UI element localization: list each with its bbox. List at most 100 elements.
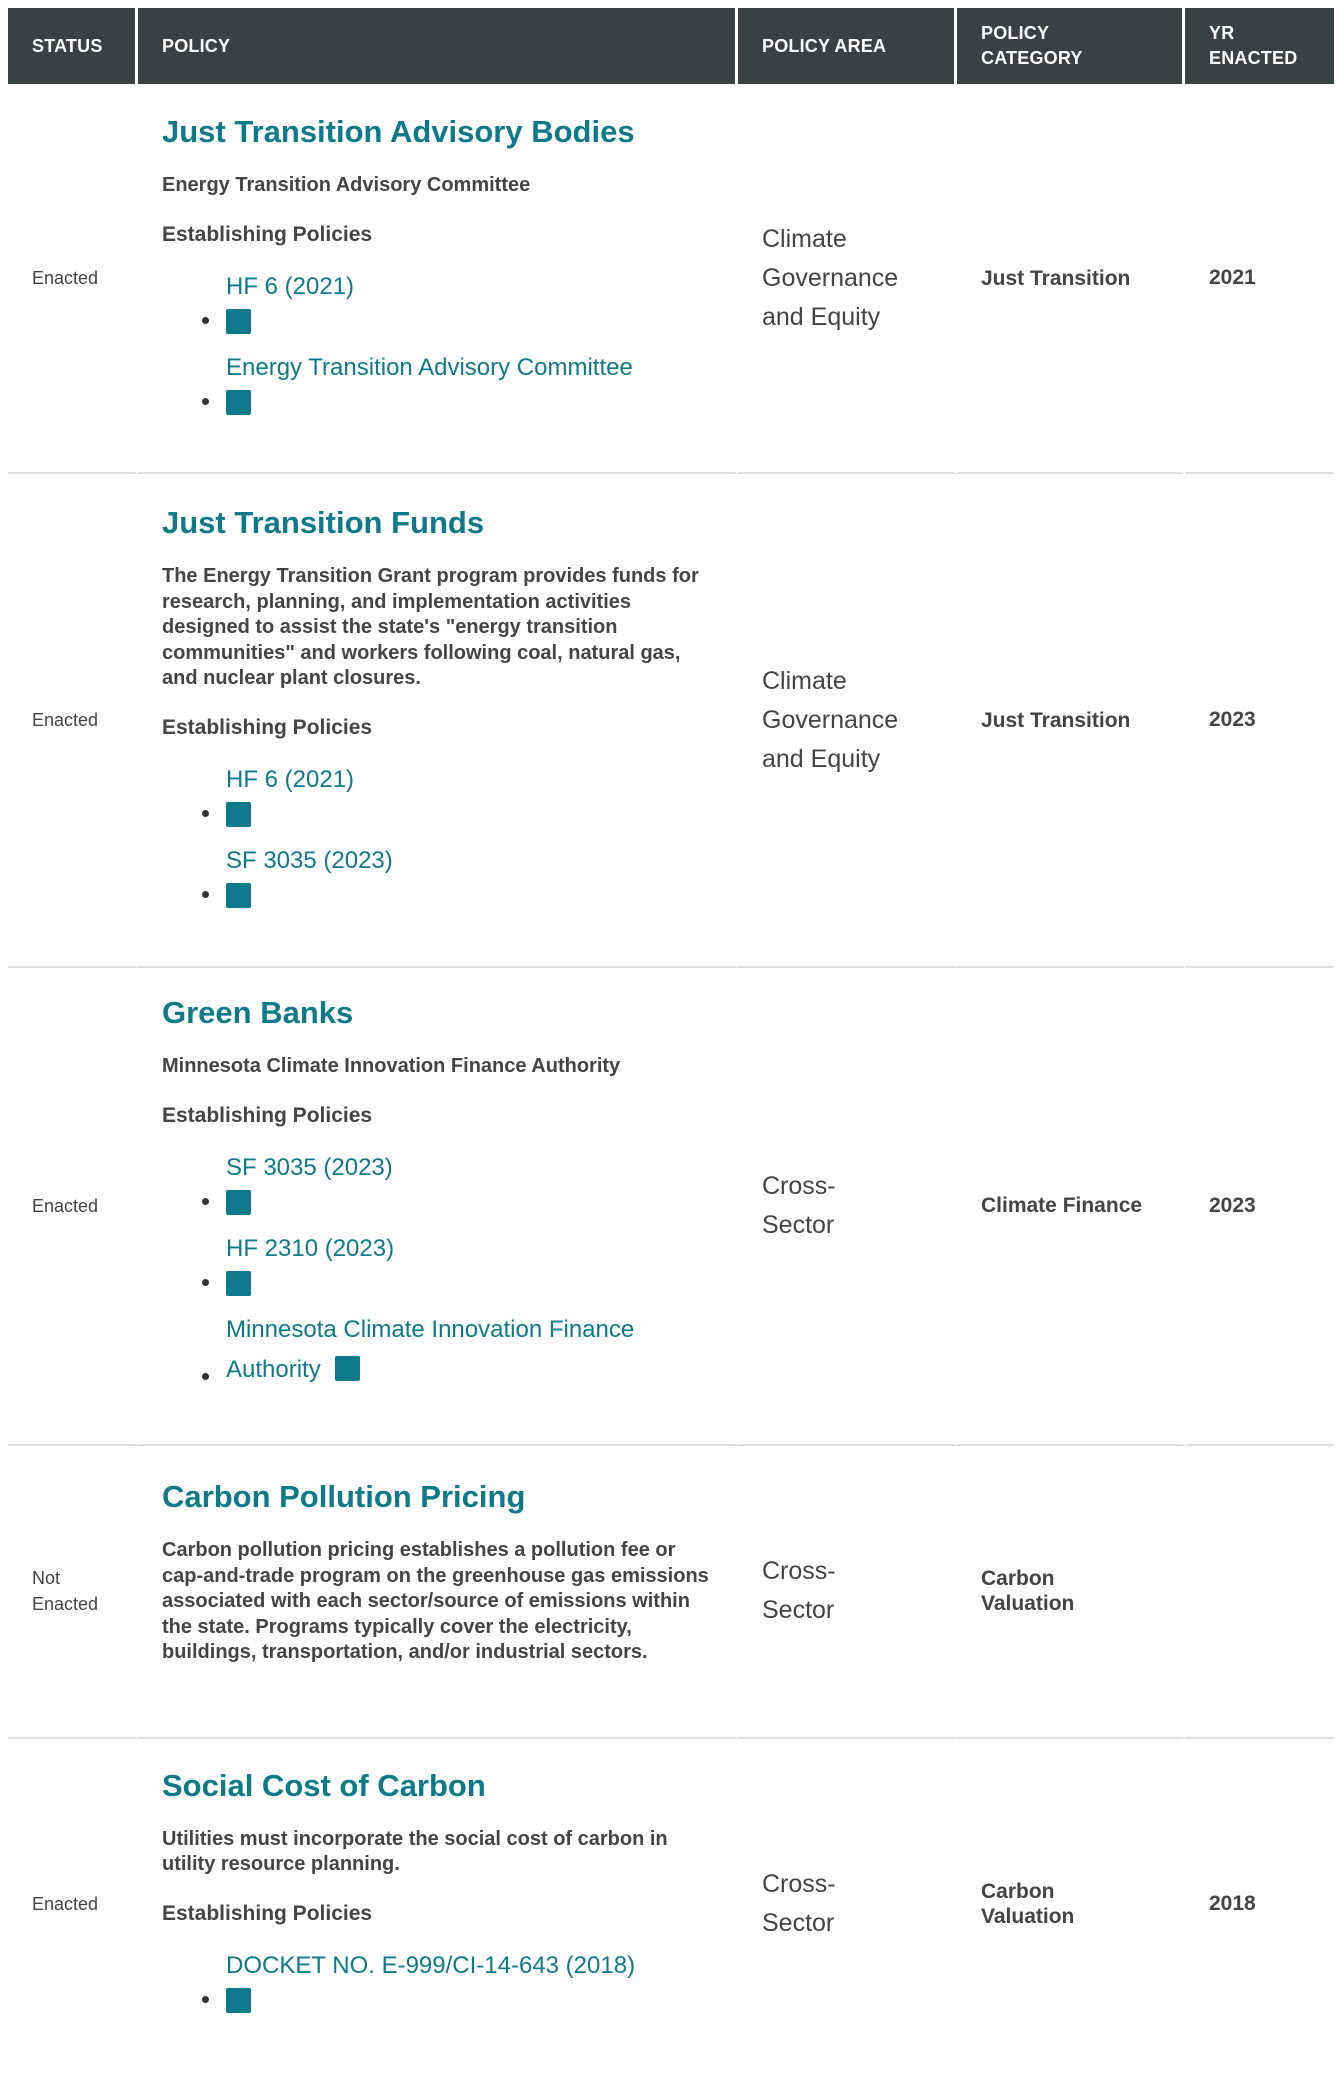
link-line2: Authority bbox=[226, 1355, 321, 1383]
status-line2: Enacted bbox=[32, 1594, 99, 1614]
area-line3: and Equity bbox=[762, 302, 881, 331]
category-line1: Carbon bbox=[981, 1879, 1055, 1903]
year-text: 2023 bbox=[1209, 708, 1256, 731]
policy-link[interactable]: SF 3035 (2023) bbox=[226, 847, 393, 874]
policy-category-cell: Climate Finance bbox=[957, 968, 1185, 1446]
category-line1: Carbon bbox=[981, 1567, 1055, 1590]
document-icon[interactable] bbox=[226, 801, 251, 827]
document-icon[interactable] bbox=[226, 1987, 251, 2013]
table-row: Enacted Social Cost of Carbon Utilities … bbox=[8, 1738, 1334, 2069]
status-cell: Not Enacted bbox=[8, 1445, 138, 1739]
policy-area-cell: Cross- Sector bbox=[738, 1445, 957, 1739]
establishing-policies-label: Establishing Policies bbox=[162, 1901, 373, 1925]
status-cell: Enacted bbox=[8, 968, 138, 1446]
status-text: Enacted bbox=[32, 1195, 99, 1216]
table-header-row: STATUS POLICY POLICY AREA POLICY CATEGORY… bbox=[8, 8, 1334, 84]
area-line1: Climate bbox=[762, 224, 847, 253]
header-policy-label: POLICY bbox=[162, 35, 231, 56]
policy-link[interactable]: Minnesota Climate Innovation Finance Auth… bbox=[226, 1316, 634, 1383]
policy-category-cell: Just Transition bbox=[957, 474, 1185, 968]
policy-category-cell: Just Transition bbox=[957, 84, 1185, 474]
table-row: Not Enacted Carbon Pollution Pricing Carb… bbox=[8, 1445, 1334, 1739]
establishing-policies-list: DOCKET NO. E-999/CI-14-643 (2018) bbox=[162, 1946, 711, 2013]
status-cell: Enacted bbox=[8, 1738, 138, 2069]
area-line1: Cross- bbox=[762, 1869, 836, 1898]
policy-link[interactable]: HF 6 (2021) bbox=[226, 273, 354, 300]
year-text: 2018 bbox=[1209, 1891, 1256, 1915]
establishing-policies-list: HF 6 (2021) SF 3035 (2023) bbox=[162, 760, 711, 908]
year-enacted-cell: 2023 bbox=[1185, 968, 1334, 1446]
area-line1: Cross- bbox=[762, 1171, 836, 1200]
header-status[interactable]: STATUS bbox=[8, 8, 138, 84]
year-text: 2021 bbox=[1209, 266, 1256, 289]
policy-title-link[interactable]: Carbon Pollution Pricing bbox=[162, 1478, 711, 1516]
header-category-line1: POLICY bbox=[981, 23, 1050, 43]
policy-link[interactable]: Energy Transition Advisory Committee bbox=[226, 354, 633, 381]
establishing-policies-label: Establishing Policies bbox=[162, 715, 373, 739]
policy-title-link[interactable]: Green Banks bbox=[162, 994, 711, 1032]
header-year-line2: ENACTED bbox=[1209, 48, 1298, 68]
header-category-line2: CATEGORY bbox=[981, 48, 1083, 68]
list-item: Energy Transition Advisory Committee bbox=[202, 348, 711, 415]
document-icon[interactable] bbox=[226, 1189, 251, 1215]
policy-description: Minnesota Climate Innovation Finance Aut… bbox=[162, 1055, 621, 1077]
area-line1: Cross- bbox=[762, 1557, 836, 1585]
policy-area-cell: Climate Governance and Equity bbox=[738, 84, 957, 474]
header-policy[interactable]: POLICY bbox=[138, 8, 738, 84]
category-text: Just Transition bbox=[981, 266, 1131, 290]
policy-cell: Social Cost of Carbon Utilities must inc… bbox=[138, 1738, 738, 2069]
area-line2: Sector bbox=[762, 1596, 835, 1624]
area-line2: Sector bbox=[762, 1908, 835, 1937]
document-icon[interactable] bbox=[226, 1270, 251, 1296]
category-line2: Valuation bbox=[981, 1592, 1075, 1615]
list-item: Minnesota Climate Innovation Finance Auth… bbox=[202, 1310, 711, 1390]
status-text: Enacted bbox=[32, 268, 99, 288]
policy-category-cell: Carbon Valuation bbox=[957, 1738, 1185, 2069]
header-status-label: STATUS bbox=[32, 35, 103, 56]
establishing-policies-label: Establishing Policies bbox=[162, 1103, 373, 1127]
policy-link[interactable]: HF 2310 (2023) bbox=[226, 1235, 394, 1262]
policy-title-link[interactable]: Social Cost of Carbon bbox=[162, 1767, 711, 1805]
policy-description: The Energy Transition Grant program prov… bbox=[162, 565, 699, 690]
status-cell: Enacted bbox=[8, 474, 138, 968]
category-text: Just Transition bbox=[981, 708, 1131, 732]
policy-table-container: STATUS POLICY POLICY AREA POLICY CATEGORY… bbox=[0, 0, 1338, 2069]
policy-table: STATUS POLICY POLICY AREA POLICY CATEGORY… bbox=[8, 8, 1334, 2069]
policy-link[interactable]: DOCKET NO. E-999/CI-14-643 (2018) bbox=[226, 1952, 635, 1979]
policy-description: Energy Transition Advisory Committee bbox=[162, 174, 531, 197]
policy-description: Carbon pollution pricing establishes a p… bbox=[162, 1539, 709, 1664]
year-enacted-cell: 2021 bbox=[1185, 84, 1334, 474]
policy-title-link[interactable]: Just Transition Funds bbox=[162, 504, 711, 542]
year-enacted-cell: 2023 bbox=[1185, 474, 1334, 968]
area-line3: and Equity bbox=[762, 744, 881, 773]
header-year-line1: YR bbox=[1209, 23, 1235, 43]
document-icon[interactable] bbox=[334, 1355, 360, 1381]
category-line2: Valuation bbox=[981, 1904, 1075, 1928]
policy-link[interactable]: SF 3035 (2023) bbox=[226, 1154, 393, 1181]
document-icon[interactable] bbox=[226, 389, 251, 415]
area-line1: Climate bbox=[762, 666, 847, 695]
header-year-enacted[interactable]: YR ENACTED bbox=[1185, 8, 1334, 84]
year-enacted-cell bbox=[1185, 1446, 1334, 1739]
category-text: Climate Finance bbox=[981, 1194, 1143, 1218]
policy-title-link[interactable]: Just Transition Advisory Bodies bbox=[162, 113, 711, 151]
header-policy-area-label: POLICY AREA bbox=[762, 35, 887, 56]
policy-area-cell: Cross- Sector bbox=[738, 968, 957, 1446]
area-line2: Governance bbox=[762, 263, 899, 292]
policy-link[interactable]: HF 6 (2021) bbox=[226, 766, 354, 793]
document-icon[interactable] bbox=[226, 308, 251, 334]
table-row: Enacted Just Transition Funds The Energy… bbox=[8, 474, 1334, 968]
policy-cell: Green Banks Minnesota Climate Innovation… bbox=[138, 968, 738, 1446]
area-line2: Governance bbox=[762, 705, 899, 734]
area-line2: Sector bbox=[762, 1210, 835, 1239]
document-icon[interactable] bbox=[226, 882, 251, 908]
year-enacted-cell: 2018 bbox=[1185, 1739, 1334, 2069]
status-text: Enacted bbox=[32, 1893, 99, 1914]
policy-description: Utilities must incorporate the social co… bbox=[162, 1827, 668, 1876]
header-policy-category[interactable]: POLICY CATEGORY bbox=[957, 8, 1185, 84]
year-text: 2023 bbox=[1209, 1193, 1256, 1217]
policy-cell: Just Transition Funds The Energy Transit… bbox=[138, 474, 738, 968]
status-text: Enacted bbox=[32, 710, 99, 730]
header-policy-area[interactable]: POLICY AREA bbox=[738, 8, 957, 84]
list-item: SF 3035 (2023) bbox=[202, 1148, 711, 1215]
